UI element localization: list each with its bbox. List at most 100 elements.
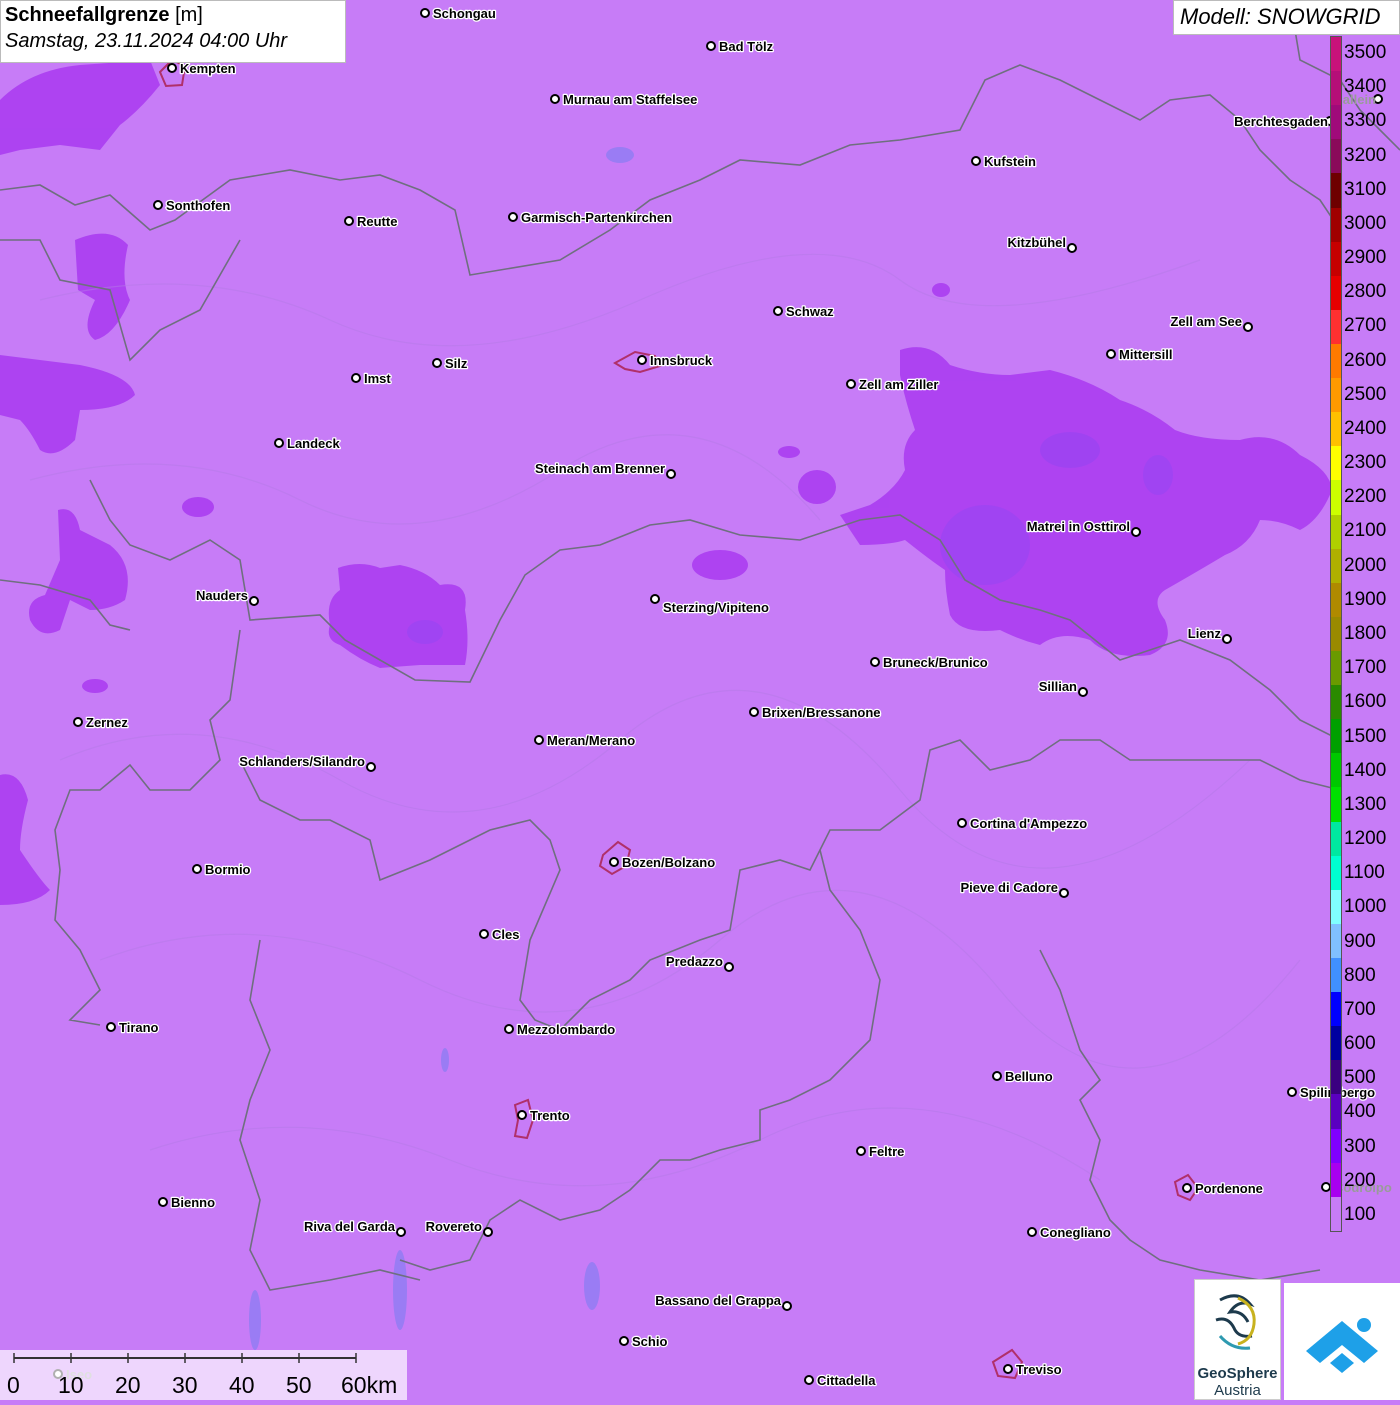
legend-label: 700 (1344, 998, 1376, 1020)
city-label: Mittersill (1119, 347, 1172, 362)
city-marker[interactable]: Pordenone (1182, 1180, 1264, 1197)
city-label: Sterzing/Vipiteno (663, 600, 769, 615)
city-dot (479, 929, 489, 939)
city-marker[interactable]: Matrei in Osttirol (1025, 518, 1141, 537)
city-dot (1027, 1227, 1037, 1237)
city-label: Kitzbühel (1008, 235, 1067, 250)
legend-swatch (1331, 616, 1341, 651)
city-marker[interactable]: Bozen/Bolzano (609, 854, 716, 871)
legend-swatch (1331, 889, 1341, 924)
map-title: Schneefallgrenze (5, 4, 170, 26)
legend-swatch (1331, 71, 1341, 106)
city-dot (1222, 634, 1232, 644)
city-label: Landeck (287, 436, 341, 451)
legend-swatch (1331, 685, 1341, 720)
legend-label: 600 (1344, 1033, 1376, 1055)
city-marker[interactable]: Sonthofen (153, 197, 232, 214)
legend-swatch (1331, 855, 1341, 890)
legend-swatch (1331, 1128, 1341, 1163)
city-label: Kufstein (984, 154, 1036, 169)
city-marker[interactable]: Brixen/Bressanone (749, 704, 882, 721)
city-label: Rovereto (426, 1219, 482, 1234)
city-dot (1243, 322, 1253, 332)
scale-label: 60km (341, 1372, 398, 1398)
city-marker[interactable]: Innsbruck (637, 352, 714, 369)
city-marker[interactable]: Schongau (420, 5, 497, 22)
legend-label: 2400 (1344, 417, 1387, 439)
city-marker[interactable]: Schlanders/Silandro (238, 753, 376, 772)
app-logo[interactable] (1284, 1283, 1400, 1400)
city-marker[interactable]: Garmisch-Partenkirchen (508, 209, 673, 226)
legend-label: 1800 (1344, 623, 1387, 644)
snowfall-line-map[interactable]: Schongau Bad Tölz Kempten Murnau am Staffel… (0, 0, 1400, 1400)
city-dot (192, 864, 202, 874)
city-marker[interactable]: Pieve di Cadore (959, 879, 1069, 898)
geosphere-austria-logo[interactable]: GeoSphere Austria (1194, 1279, 1281, 1400)
city-dot (846, 379, 856, 389)
city-marker[interactable]: Bruneck/Brunico (870, 654, 989, 671)
city-label: Innsbruck (650, 353, 713, 368)
city-dot (773, 306, 783, 316)
city-dot (1059, 888, 1069, 898)
city-label: Steinach am Brenner (535, 461, 665, 476)
city-marker[interactable]: Meran/Merano (534, 732, 636, 749)
legend-swatch (1331, 480, 1341, 515)
city-marker[interactable]: Kitzbühel (1006, 234, 1077, 253)
city-label: Sonthofen (166, 198, 230, 213)
legend-label: 3000 (1344, 212, 1387, 234)
legend-label: 2500 (1344, 383, 1387, 405)
legend-label: 300 (1344, 1135, 1376, 1157)
city-dot (971, 156, 981, 166)
city-label: Meran/Merano (547, 733, 635, 748)
legend-label: 1500 (1344, 725, 1387, 747)
city-marker[interactable]: Riva del Garda (303, 1218, 406, 1237)
legend-label: 1600 (1344, 691, 1387, 713)
legend-label: 1000 (1344, 896, 1387, 918)
city-marker[interactable]: Berchtesgaden (1233, 113, 1335, 130)
city-dot (396, 1227, 406, 1237)
legend-labels: 3500 3400 3300 3200 3100 3000 2900 2800 2700 2600… (1344, 36, 1400, 1232)
legend-swatch (1331, 105, 1341, 140)
legend-label: 2000 (1344, 554, 1387, 576)
city-dot (957, 818, 967, 828)
legend-label: 2900 (1344, 247, 1387, 269)
legend-label: 1300 (1344, 793, 1387, 815)
map-date: Samstag, 23.11.2024 04:00 Uhr (5, 30, 288, 52)
scale-bar: 0 10 20 30 40 50 60km (0, 1350, 407, 1400)
legend-swatch (1331, 582, 1341, 617)
city-marker[interactable]: Zell am Ziller (846, 376, 940, 393)
city-label: Garmisch-Partenkirchen (521, 210, 672, 225)
city-dot (73, 717, 83, 727)
legend-label: 2800 (1344, 281, 1387, 303)
city-marker[interactable]: Bassano del Grappa (654, 1292, 792, 1311)
legend-label: 2700 (1344, 315, 1387, 337)
model-label: Modell: SNOWGRID (1173, 0, 1400, 35)
city-label: Zernez (86, 715, 128, 730)
city-label: Imst (364, 371, 391, 386)
city-dot (1287, 1087, 1297, 1097)
city-marker[interactable]: Conegliano (1027, 1224, 1112, 1241)
city-dot (517, 1110, 527, 1120)
legend-label: 2200 (1344, 486, 1387, 508)
city-marker[interactable]: Murnau am Staffelsee (550, 91, 699, 108)
scale-label: 10 (58, 1372, 84, 1398)
legend-label: 1400 (1344, 759, 1387, 781)
legend-swatch (1331, 378, 1341, 413)
legend-swatch (1331, 173, 1341, 208)
scale-label: 40 (229, 1372, 255, 1398)
city-label: Tirano (119, 1020, 159, 1035)
legend-swatch (1331, 1060, 1341, 1095)
city-label: Feltre (869, 1144, 904, 1159)
city-dot (666, 469, 676, 479)
city-dot (609, 857, 619, 867)
city-marker[interactable]: Cortina d'Ampezzo (957, 815, 1089, 832)
city-marker[interactable]: Predazzo (665, 953, 734, 972)
city-marker[interactable]: Steinach am Brenner (534, 460, 676, 479)
city-marker[interactable]: Mezzolombardo (504, 1021, 617, 1038)
city-marker[interactable]: Zell am See (1169, 313, 1253, 332)
city-dot (1106, 349, 1116, 359)
legend-swatch (1331, 309, 1341, 344)
city-label: Bienno (171, 1195, 215, 1210)
legend-swatch (1331, 923, 1341, 958)
legend-label: 3300 (1344, 110, 1387, 132)
